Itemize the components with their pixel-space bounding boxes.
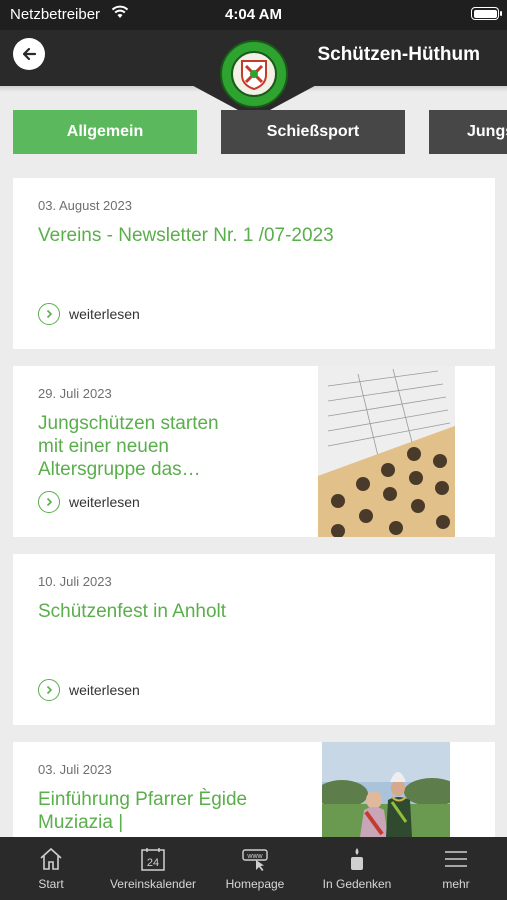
back-button[interactable] [13,38,45,70]
news-card[interactable]: 10. Juli 2023 Schützenfest in Anholt wei… [13,554,495,725]
bottom-navigation: Start 24 Vereinskalender www Homepage In… [0,837,507,900]
news-title[interactable]: Jungschützen starten mit einer neuen Alt… [38,412,248,481]
chevron-right-circle-icon [38,679,60,701]
news-title[interactable]: Vereins - Newsletter Nr. 1 /07-2023 [38,224,478,247]
tab-schiesssport[interactable]: Schießsport [221,110,405,154]
news-card[interactable]: 03. Juli 2023 Einführung Pfarrer Ègide M… [13,742,495,837]
calendar-icon: 24 [140,846,166,872]
read-more-label: weiterlesen [69,494,140,510]
battery-level [473,9,497,18]
calendar-day: 24 [147,857,159,869]
chevron-right-circle-icon [38,303,60,325]
nav-label: Vereinskalender [109,877,197,891]
read-more-label: weiterlesen [69,306,140,322]
nav-label: Start [38,877,64,891]
news-card[interactable]: 03. August 2023 Vereins - Newsletter Nr.… [13,178,495,349]
crest-emblem-icon [241,60,267,91]
status-bar: Netzbetreiber 4:04 AM [0,0,507,30]
page-title: Schützen-Hüthum [317,44,480,65]
royal-couple-photo [322,742,450,837]
tab-jungschuetzen[interactable]: Jungs [429,110,507,154]
news-date: 03. August 2023 [38,198,132,213]
candle-icon [347,846,367,872]
arrow-left-icon [22,47,37,61]
news-card[interactable]: 29. Juli 2023 Jungschützen starten mit e… [13,366,495,537]
news-thumbnail[interactable] [322,742,450,837]
news-title[interactable]: Schützenfest in Anholt [38,600,478,623]
news-thumbnail[interactable] [318,366,455,537]
nav-start[interactable]: Start [0,837,102,900]
tab-allgemein[interactable]: Allgemein [13,110,197,154]
nav-label: mehr [442,877,470,891]
news-date: 03. Juli 2023 [38,762,112,777]
nav-vereinskalender[interactable]: 24 Vereinskalender [102,837,204,900]
nav-mehr[interactable]: mehr [405,837,507,900]
crest-shield [231,51,277,97]
read-more-link[interactable]: weiterlesen [38,491,140,513]
web-cursor-icon: www [241,846,269,872]
battery-icon [471,7,502,20]
nav-homepage[interactable]: www Homepage [204,837,306,900]
read-more-label: weiterlesen [69,682,140,698]
nav-label: In Gedenken [322,877,392,891]
menu-icon [443,846,469,872]
home-icon [38,846,64,872]
news-title[interactable]: Einführung Pfarrer Ègide Muziazia | [38,788,268,834]
shooting-target-cards-photo [318,366,455,537]
read-more-link[interactable]: weiterlesen [38,679,140,701]
chevron-right-circle-icon [38,491,60,513]
club-crest-logo[interactable] [220,40,288,108]
news-date: 29. Juli 2023 [38,386,112,401]
news-date: 10. Juli 2023 [38,574,112,589]
nav-label: Homepage [225,877,285,891]
nav-in-gedenken[interactable]: In Gedenken [306,837,408,900]
www-text: www [246,853,263,860]
clock: 4:04 AM [225,6,282,23]
category-tabs: Allgemein Schießsport Jungs [13,110,507,154]
read-more-link[interactable]: weiterlesen [38,303,140,325]
